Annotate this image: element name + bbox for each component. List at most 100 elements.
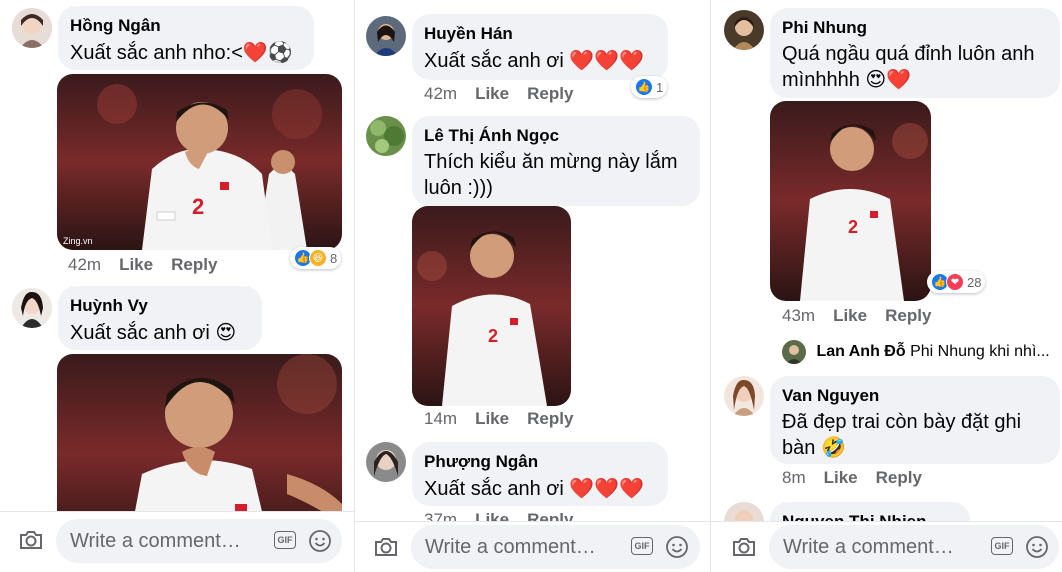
write-comment-bar: Write a comment… GIF — [355, 521, 710, 572]
comment-hong-ngan: Hồng Ngân Xuất sắc anh nho:<❤️⚽ 2 Zing.v… — [0, 0, 354, 280]
timestamp[interactable]: 42m — [424, 84, 457, 103]
comment-bubble: Huỳnh Vy Xuất sắc anh ơi 😍 — [58, 286, 262, 350]
camera-icon[interactable] — [731, 535, 757, 559]
haha-reaction-icon: 😆 — [309, 249, 327, 267]
reply-button[interactable]: Reply — [876, 468, 922, 487]
reaction-summary[interactable]: 👍 ❤ 28 — [927, 271, 986, 293]
comment-text-body: Xuất sắc anh ơi — [424, 50, 570, 72]
gif-icon[interactable]: GIF — [991, 537, 1013, 555]
rofl-emoji: 🤣 — [820, 437, 846, 459]
gif-icon[interactable]: GIF — [631, 537, 653, 555]
avatar[interactable] — [12, 8, 52, 48]
avatar — [782, 340, 806, 364]
reply-button[interactable]: Reply — [885, 306, 931, 325]
emoji-icon[interactable] — [1025, 535, 1049, 559]
hearts-emoji: ❤️❤️❤️ — [569, 478, 645, 500]
comment-text-body: Xuất sắc anh ơi — [424, 478, 570, 500]
timestamp[interactable]: 42m — [68, 255, 101, 274]
commenter-name[interactable]: Lê Thị Ánh Ngọc — [424, 125, 686, 147]
comment-panel-1: Hồng Ngân Xuất sắc anh nho:<❤️⚽ 2 Zing.v… — [0, 0, 354, 572]
avatar[interactable] — [366, 116, 406, 156]
reply-button[interactable]: Reply — [527, 84, 573, 103]
heart-eyes-emoji: 😍 — [215, 322, 237, 344]
comment-input[interactable]: Write a comment… GIF — [411, 525, 700, 569]
comment-huynh-vy: Huỳnh Vy Xuất sắc anh ơi 😍 — [0, 284, 354, 554]
like-button[interactable]: Like — [119, 255, 153, 274]
commenter-name[interactable]: Huỳnh Vy — [70, 295, 248, 317]
reaction-summary[interactable]: 👍 1 — [631, 76, 668, 98]
camera-icon[interactable] — [18, 528, 44, 552]
comment-phuong-ngan: Phượng Ngân Xuất sắc anh ơi ❤️❤️❤️ 37m Li… — [355, 438, 710, 529]
comment-text: Xuất sắc anh ơi ❤️❤️❤️ — [424, 475, 654, 503]
comment-bubble: Lê Thị Ánh Ngọc Thích kiểu ăn mừng này l… — [412, 116, 700, 206]
write-comment-bar: Write a comment… GIF — [711, 521, 1062, 572]
like-button[interactable]: Like — [475, 84, 509, 103]
reply-button[interactable]: Reply — [527, 409, 573, 428]
timestamp[interactable]: 43m — [782, 306, 815, 325]
comment-input[interactable]: Write a comment… GIF — [769, 525, 1059, 569]
reaction-count: 28 — [967, 274, 982, 290]
comment-meta: 14m Like Reply — [424, 409, 591, 429]
reply-preview[interactable]: Lan Anh Đỗ Phi Nhung khi nhì... — [782, 340, 1050, 364]
comment-placeholder: Write a comment… — [70, 530, 241, 552]
comment-text: Xuất sắc anh ơi 😍 — [70, 319, 248, 347]
comment-panel-2: Huyền Hán Xuất sắc anh ơi ❤️❤️❤️ 42m Like… — [355, 0, 710, 572]
jersey-number: 2 — [848, 217, 858, 237]
emoji-icon[interactable] — [665, 535, 689, 559]
reply-button[interactable]: Reply — [171, 255, 217, 274]
reaction-summary[interactable]: 👍 😆 8 — [290, 247, 342, 269]
comment-meta: 43m Like Reply — [782, 306, 949, 326]
reaction-count: 1 — [656, 79, 664, 95]
comment-photo[interactable]: 2 — [412, 206, 571, 406]
commenter-name[interactable]: Hồng Ngân — [70, 15, 300, 37]
avatar[interactable] — [12, 288, 52, 328]
comment-photo[interactable]: 2 Zing.vn — [57, 74, 342, 250]
commenter-name[interactable]: Van Nguyen — [782, 385, 1046, 407]
comment-text-body: Xuất sắc anh ơi — [70, 322, 216, 344]
emoji-icon[interactable] — [308, 529, 332, 553]
comment-placeholder: Write a comment… — [783, 536, 954, 558]
comment-bubble: Phi Nhung Quá ngầu quá đỉnh luôn anh mìn… — [770, 8, 1060, 98]
comment-bubble: Van Nguyen Đã đẹp trai còn bày đặt ghi b… — [770, 376, 1060, 464]
comment-bubble: Huyền Hán Xuất sắc anh ơi ❤️❤️❤️ — [412, 14, 668, 80]
comment-text: Thích kiểu ăn mừng này lắm luôn :))) — [424, 151, 678, 199]
commenter-name[interactable]: Huyền Hán — [424, 23, 654, 45]
gif-icon[interactable]: GIF — [274, 531, 296, 549]
reply-author: Lan Anh Đỗ — [816, 343, 906, 361]
comment-text: Xuất sắc anh ơi ❤️❤️❤️ — [424, 47, 654, 75]
comment-meta: 8m Like Reply — [782, 468, 940, 488]
like-button[interactable]: Like — [475, 409, 509, 428]
comment-text: Quá ngầu quá đỉnh luôn anh mìnhhhh 😍❤️ — [782, 41, 1057, 93]
comment-le-thi-anh-ngoc: Lê Thị Ánh Ngọc Thích kiểu ăn mừng này l… — [355, 112, 710, 432]
comment-panel-3: Phi Nhung Quá ngầu quá đỉnh luôn anh mìn… — [711, 0, 1062, 572]
comment-bubble: Hồng Ngân Xuất sắc anh nho:<❤️⚽ — [58, 6, 314, 70]
comment-text: Xuất sắc anh nho:<❤️⚽ — [70, 39, 300, 67]
reaction-count: 8 — [330, 250, 338, 266]
avatar[interactable] — [724, 376, 764, 416]
like-button[interactable]: Like — [824, 468, 858, 487]
commenter-name[interactable]: Phượng Ngân — [424, 451, 654, 473]
heart-football-emoji: ❤️⚽ — [242, 42, 293, 64]
comment-text-body: Xuất sắc anh nho:< — [70, 42, 243, 64]
timestamp[interactable]: 8m — [782, 468, 806, 487]
jersey-number: 2 — [488, 326, 498, 346]
comment-photo[interactable]: 2 — [770, 101, 931, 301]
timestamp[interactable]: 14m — [424, 409, 457, 428]
reply-snippet: Phi Nhung khi nhì... — [910, 343, 1050, 361]
comment-text: Đã đẹp trai còn bày đặt ghi bàn 🤣 — [782, 409, 1052, 461]
like-button[interactable]: Like — [833, 306, 867, 325]
avatar[interactable] — [366, 16, 406, 56]
comment-placeholder: Write a comment… — [425, 536, 596, 558]
commenter-name[interactable]: Phi Nhung — [782, 17, 1046, 39]
comment-meta: 42m Like Reply — [424, 84, 591, 104]
camera-icon[interactable] — [373, 535, 399, 559]
comment-phi-nhung: Phi Nhung Quá ngầu quá đỉnh luôn anh mìn… — [711, 0, 1062, 335]
comment-input[interactable]: Write a comment… GIF — [56, 519, 342, 563]
jersey-number: 2 — [192, 194, 204, 219]
avatar[interactable] — [724, 10, 764, 50]
comment-text-body: Đã đẹp trai còn bày đặt ghi bàn — [782, 411, 1022, 459]
avatar[interactable] — [366, 442, 406, 482]
comment-bubble: Phượng Ngân Xuất sắc anh ơi ❤️❤️❤️ — [412, 442, 668, 506]
comment-van-nguyen: Van Nguyen Đã đẹp trai còn bày đặt ghi b… — [711, 372, 1062, 492]
comment-meta: 42m Like Reply — [68, 255, 235, 275]
